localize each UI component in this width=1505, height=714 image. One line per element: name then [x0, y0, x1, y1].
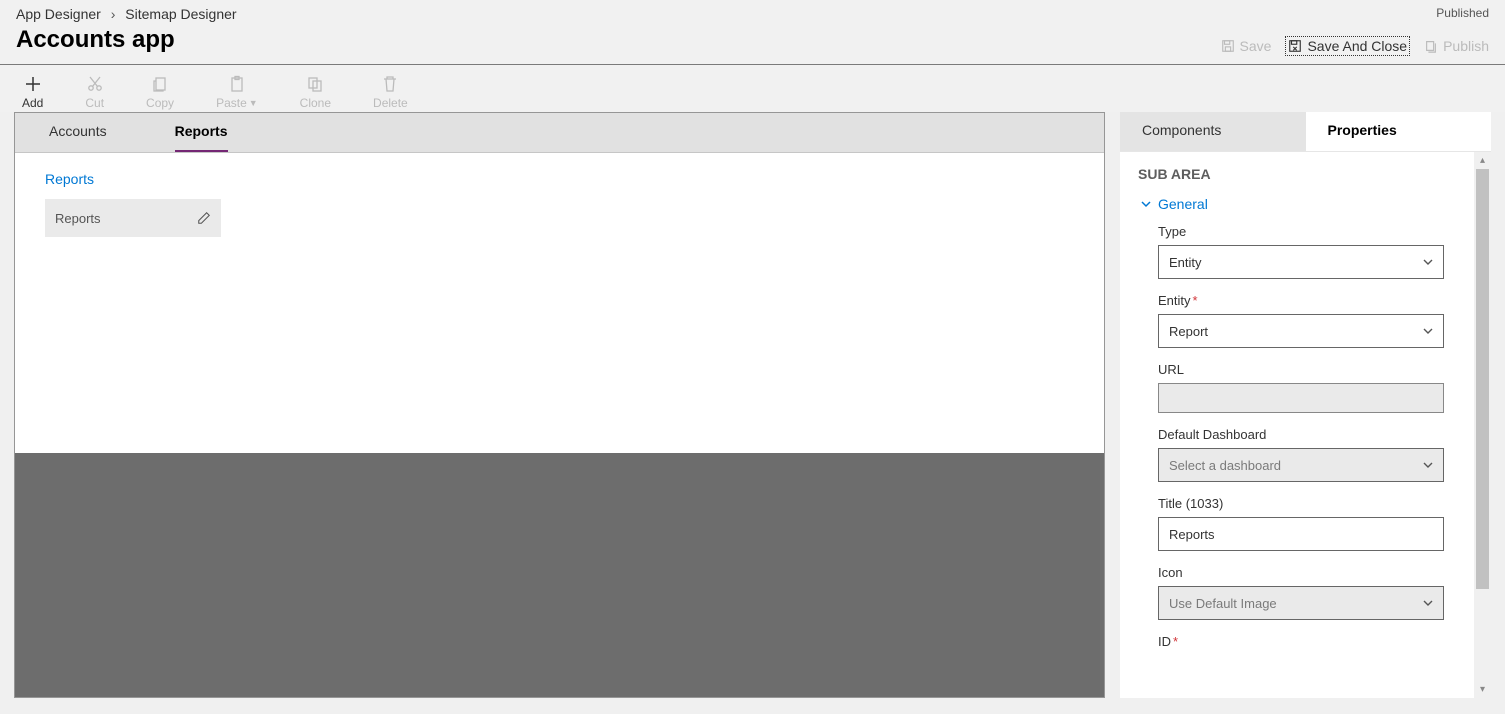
label-icon: Icon: [1158, 565, 1444, 580]
scroll-thumb[interactable]: [1476, 169, 1489, 589]
section-general-label: General: [1158, 196, 1208, 212]
toolbar: Add Cut Copy Paste▼ Clone Delete: [0, 65, 1505, 112]
area-tabbar: Accounts Reports: [15, 113, 1104, 153]
pencil-icon: [197, 211, 211, 225]
field-url: URL: [1158, 362, 1444, 413]
required-mark: *: [1193, 293, 1198, 308]
field-icon: Icon Use Default Image: [1158, 565, 1444, 620]
scroll-up-icon[interactable]: ▴: [1474, 152, 1491, 169]
header-actions: Save Save And Close Publish: [1221, 36, 1489, 56]
select-entity[interactable]: Report: [1158, 314, 1444, 348]
select-icon-value: Use Default Image: [1169, 596, 1277, 611]
breadcrumb-current: Sitemap Designer: [125, 6, 236, 22]
label-entity: Entity*: [1158, 293, 1444, 308]
breadcrumb: App Designer › Sitemap Designer: [16, 6, 1489, 22]
add-label: Add: [22, 96, 43, 110]
area-tab-reports[interactable]: Reports: [141, 113, 262, 152]
select-type-value: Entity: [1169, 255, 1202, 270]
input-title[interactable]: [1158, 517, 1444, 551]
breadcrumb-separator: ›: [111, 6, 116, 22]
subarea-tile[interactable]: Reports: [45, 199, 221, 237]
section-title: SUB AREA: [1136, 166, 1475, 182]
tab-properties[interactable]: Properties: [1306, 112, 1492, 151]
save-and-close-button[interactable]: Save And Close: [1285, 36, 1410, 56]
copy-label: Copy: [146, 96, 174, 110]
app-header: App Designer › Sitemap Designer Accounts…: [0, 0, 1505, 65]
save-label: Save: [1240, 38, 1272, 54]
canvas-body: Reports Reports: [15, 153, 1104, 453]
tab-components[interactable]: Components: [1120, 112, 1306, 151]
delete-button: Delete: [373, 75, 408, 110]
save-button: Save: [1221, 38, 1272, 54]
delete-label: Delete: [373, 96, 408, 110]
save-icon: [1221, 39, 1235, 53]
properties-body: SUB AREA General Type Entity Entity* Rep…: [1120, 152, 1491, 698]
clone-icon: [306, 75, 324, 93]
field-default-dashboard: Default Dashboard Select a dashboard: [1158, 427, 1444, 482]
clone-button: Clone: [300, 75, 331, 110]
select-icon: Use Default Image: [1158, 586, 1444, 620]
paste-button: Paste▼: [216, 75, 258, 110]
publish-status: Published: [1436, 6, 1489, 20]
chevron-down-icon: [1140, 198, 1152, 210]
scissors-icon: [86, 75, 104, 93]
scroll-down-icon[interactable]: ▾: [1474, 681, 1491, 698]
copy-button: Copy: [146, 75, 174, 110]
breadcrumb-root[interactable]: App Designer: [16, 6, 101, 22]
paste-icon: [228, 75, 246, 93]
cut-label: Cut: [85, 96, 104, 110]
area-tab-accounts[interactable]: Accounts: [15, 113, 141, 152]
save-close-icon: [1288, 39, 1302, 53]
field-id: ID*: [1158, 634, 1444, 649]
field-type: Type Entity: [1158, 224, 1444, 279]
paste-label: Paste: [216, 96, 247, 110]
publish-icon: [1424, 39, 1438, 53]
select-entity-value: Report: [1169, 324, 1208, 339]
input-url: [1158, 383, 1444, 413]
copy-icon: [151, 75, 169, 93]
required-mark: *: [1173, 634, 1178, 649]
scrollbar[interactable]: ▴ ▾: [1474, 152, 1491, 698]
subarea-tile-label: Reports: [55, 211, 101, 226]
cut-button: Cut: [85, 75, 104, 110]
group-title[interactable]: Reports: [45, 171, 1074, 187]
trash-icon: [381, 75, 399, 93]
chevron-down-icon: [1421, 458, 1435, 472]
clone-label: Clone: [300, 96, 331, 110]
select-type[interactable]: Entity: [1158, 245, 1444, 279]
field-title: Title (1033): [1158, 496, 1444, 551]
publish-button: Publish: [1424, 38, 1489, 54]
chevron-down-icon: ▼: [249, 98, 258, 108]
label-type: Type: [1158, 224, 1444, 239]
label-id: ID*: [1158, 634, 1444, 649]
plus-icon: [24, 75, 42, 93]
chevron-down-icon: [1421, 596, 1435, 610]
right-panel: Components Properties SUB AREA General T…: [1119, 112, 1491, 698]
field-entity: Entity* Report: [1158, 293, 1444, 348]
select-dashboard-placeholder: Select a dashboard: [1169, 458, 1281, 473]
chevron-down-icon: [1421, 255, 1435, 269]
label-url: URL: [1158, 362, 1444, 377]
section-general-toggle[interactable]: General: [1140, 196, 1475, 212]
label-default-dashboard: Default Dashboard: [1158, 427, 1444, 442]
add-button[interactable]: Add: [22, 75, 43, 110]
select-default-dashboard: Select a dashboard: [1158, 448, 1444, 482]
main-row: Accounts Reports Reports Reports Compone…: [0, 112, 1505, 698]
label-title: Title (1033): [1158, 496, 1444, 511]
publish-label: Publish: [1443, 38, 1489, 54]
side-tabbar: Components Properties: [1120, 112, 1491, 152]
chevron-down-icon: [1421, 324, 1435, 338]
save-and-close-label: Save And Close: [1307, 38, 1407, 54]
sitemap-canvas: Accounts Reports Reports Reports: [14, 112, 1105, 698]
